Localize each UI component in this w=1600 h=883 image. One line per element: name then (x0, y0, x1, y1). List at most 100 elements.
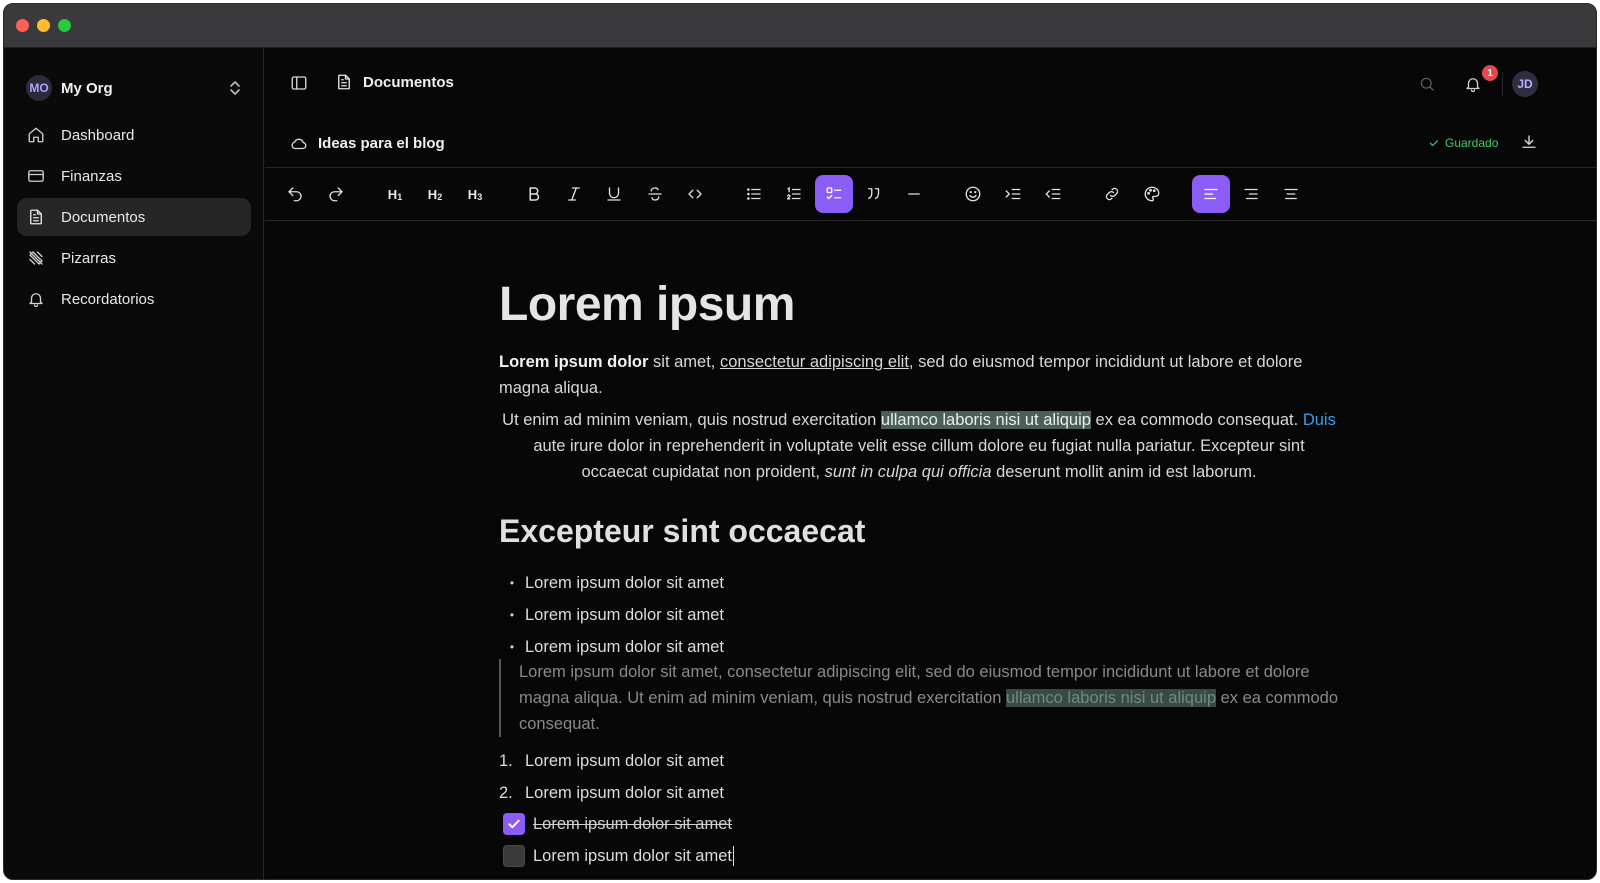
strikethrough-icon (648, 187, 662, 201)
align-right-button[interactable] (1232, 175, 1270, 213)
breadcrumb-label: Documentos (363, 73, 454, 91)
sidebar-item-finanzas[interactable]: Finanzas (17, 157, 251, 195)
sidebar-item-label: Documentos (61, 208, 146, 226)
close-window-button[interactable] (16, 19, 29, 32)
chevrons-up-down-icon (228, 80, 242, 96)
highlighted-text: ullamco laboris nisi ut aliquip (1005, 689, 1217, 707)
document-icon (335, 73, 353, 91)
link-button[interactable] (1093, 175, 1131, 213)
align-center-button[interactable] (1272, 175, 1310, 213)
underlined-text: consectetur adipiscing elit (719, 353, 909, 371)
task-checkbox[interactable] (503, 813, 525, 835)
underline-button[interactable] (595, 175, 633, 213)
bold-button[interactable] (515, 175, 553, 213)
redo-button[interactable] (317, 175, 355, 213)
code-button[interactable] (676, 175, 714, 213)
whiteboard-icon (27, 249, 45, 267)
redo-icon (329, 187, 343, 202)
minimize-window-button[interactable] (37, 19, 50, 32)
align-center-icon (1284, 188, 1298, 200)
sidebar-toggle-icon[interactable] (290, 74, 308, 92)
cloud-icon (290, 135, 308, 153)
bullet-list-icon (747, 188, 761, 200)
notifications-bell-icon[interactable] (1464, 75, 1482, 93)
task-item: Lorem ipsum dolor sit amet (503, 808, 1323, 840)
link-text[interactable]: Duis (1303, 411, 1336, 429)
heading1-icon: H1 (387, 186, 403, 202)
task-list-button[interactable] (815, 175, 853, 213)
maximize-window-button[interactable] (58, 19, 71, 32)
editor-toolbar: H1 H2 H3 (265, 169, 1596, 221)
main-area: Documentos 1 JD Ideas para el blog Guard… (265, 48, 1596, 879)
palette-icon (1144, 186, 1160, 202)
ordered-list-button[interactable] (775, 175, 813, 213)
code-icon (688, 189, 702, 199)
emoji-button[interactable] (954, 175, 992, 213)
org-name: My Org (61, 79, 113, 97)
minus-icon (908, 193, 920, 195)
undo-button[interactable] (276, 175, 314, 213)
list-item: • Lorem ipsum dolor sit amet (509, 573, 724, 592)
task-item: Lorem ipsum dolor sit amet (503, 840, 1323, 872)
text-cursor (733, 846, 734, 866)
check-icon (508, 819, 520, 829)
notification-badge: 1 (1482, 65, 1498, 81)
saved-label: Guardado (1445, 136, 1499, 150)
align-left-icon (1204, 188, 1218, 200)
sidebar-item-label: Pizarras (61, 249, 117, 267)
search-icon[interactable] (1418, 75, 1436, 93)
outdent-button[interactable] (1034, 175, 1072, 213)
horizontal-rule-button[interactable] (895, 175, 933, 213)
card-icon (27, 167, 45, 185)
heading3-button[interactable]: H3 (456, 175, 494, 213)
heading2-button[interactable]: H2 (416, 175, 454, 213)
centered-paragraph: Ut enim ad minim veniam, quis nostrud ex… (502, 411, 1336, 481)
document-title[interactable]: Ideas para el blog (318, 135, 445, 152)
undo-icon (288, 187, 302, 202)
task-list-icon (826, 187, 842, 200)
heading-2: Excepteur sint occaecat (499, 513, 866, 549)
breadcrumb: Documentos (335, 73, 454, 91)
paragraph: Lorem ipsum dolor sit amet, consectetur … (499, 353, 1303, 397)
sidebar-item-dashboard[interactable]: Dashboard (17, 116, 251, 154)
bullet-list-button[interactable] (735, 175, 773, 213)
task-checkbox[interactable] (503, 845, 525, 867)
download-icon[interactable] (1520, 133, 1538, 151)
bold-icon (529, 187, 540, 201)
task-list: Lorem ipsum dolor sit amet Lorem ipsum d… (503, 808, 1323, 872)
ordered-list-icon (786, 186, 801, 200)
heading-1: Lorem ipsum (499, 278, 795, 331)
saved-status: Guardado (1428, 136, 1498, 150)
heading1-button[interactable]: H1 (376, 175, 414, 213)
italic-button[interactable] (555, 175, 593, 213)
top-bar: Documentos 1 JD (265, 48, 1596, 118)
strikethrough-button[interactable] (636, 175, 674, 213)
bullet-list: • Lorem ipsum dolor sit amet • Lorem ipsum… (499, 567, 1319, 663)
italic-icon (568, 187, 580, 201)
bell-icon (27, 290, 45, 308)
sidebar-item-documentos[interactable]: Documentos (17, 198, 251, 236)
document-icon (27, 208, 45, 226)
underline-icon (607, 187, 621, 201)
align-left-button[interactable] (1192, 175, 1230, 213)
editor-content[interactable]: Lorem ipsum Lorem ipsum dolor sit amet, … (499, 223, 1339, 879)
blockquote-button[interactable] (855, 175, 893, 213)
indent-button[interactable] (994, 175, 1032, 213)
list-item: • Lorem ipsum dolor sit amet (509, 605, 724, 624)
sidebar-item-label: Recordatorios (61, 290, 155, 308)
user-avatar[interactable]: JD (1512, 71, 1538, 97)
list-item: 1. Lorem ipsum dolor sit amet (499, 751, 724, 770)
sidebar-item-pizarras[interactable]: Pizarras (17, 239, 251, 277)
org-switcher[interactable]: MO My Org (26, 73, 244, 103)
link-icon (1105, 187, 1119, 201)
blockquote: Lorem ipsum dolor sit amet, consectetur … (499, 659, 1339, 737)
ordered-list: 1. Lorem ipsum dolor sit amet 2. Lorem ips… (499, 745, 1319, 809)
heading3-icon: H3 (467, 186, 483, 202)
color-button[interactable] (1133, 175, 1171, 213)
sidebar-item-label: Finanzas (61, 167, 122, 185)
app-window: MO My Org Dashboard Finanzas Documentos … (3, 3, 1597, 880)
sidebar-nav: Dashboard Finanzas Documentos Pizarras R… (17, 116, 251, 321)
indent-icon (1005, 188, 1021, 200)
sidebar-item-recordatorios[interactable]: Recordatorios (17, 280, 251, 318)
smile-icon (965, 186, 981, 202)
